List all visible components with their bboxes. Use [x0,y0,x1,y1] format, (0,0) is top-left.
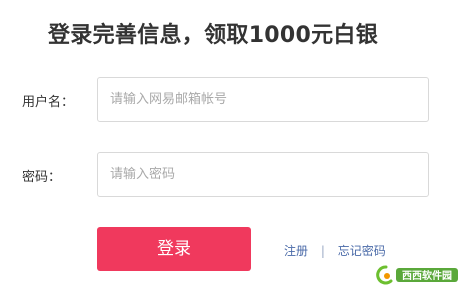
register-link[interactable]: 注册 [284,244,308,258]
login-page: 登录完善信息，领取1000元白银 用户名： 密码： 登录 注册 | 忘记密码 西… [0,0,464,288]
forgot-password-link[interactable]: 忘记密码 [338,244,386,258]
password-label: 密码： [22,170,62,185]
login-button[interactable]: 登录 [97,227,251,271]
username-label: 用户名： [22,95,75,110]
username-input[interactable] [97,77,429,122]
link-separator: | [320,244,325,258]
site-watermark: 西西软件园 [374,264,462,286]
site-logo-icon: 西西软件园 [376,265,458,285]
page-title: 登录完善信息，领取1000元白银 [48,23,379,48]
password-input[interactable] [97,152,429,197]
auxiliary-links: 注册 | 忘记密码 [284,242,386,259]
watermark-text: 西西软件园 [402,269,452,282]
